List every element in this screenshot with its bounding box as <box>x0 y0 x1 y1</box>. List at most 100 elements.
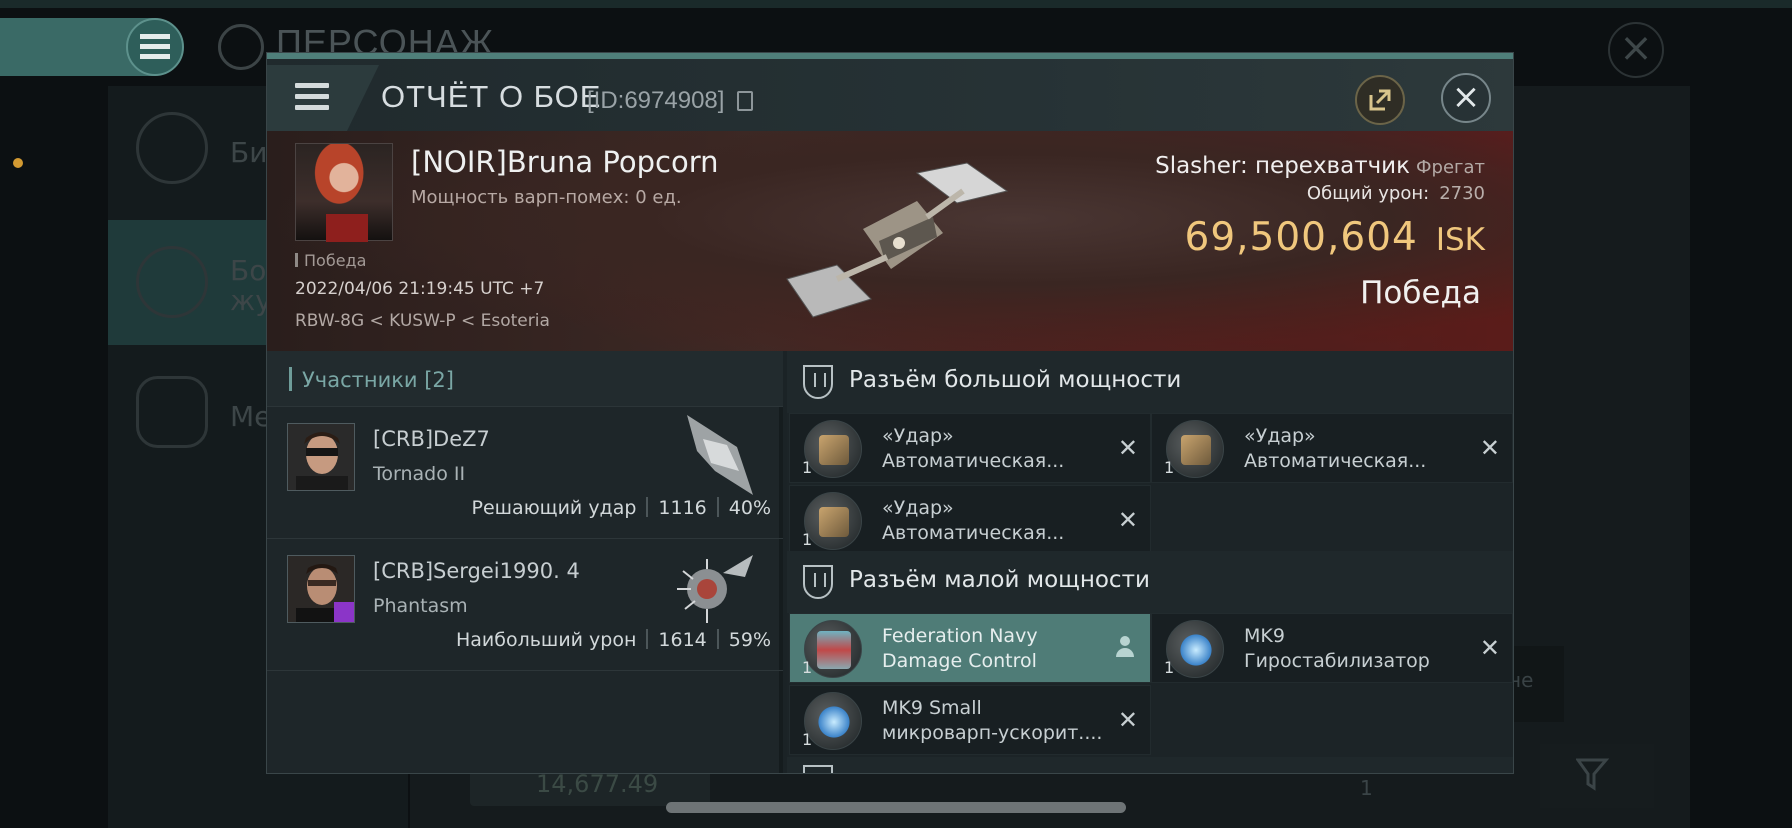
fitting-panel: Разъём большой мощности 1 «Удар» Автомати… <box>787 351 1513 773</box>
victim-name[interactable]: [NOIR]Bruna Popcorn <box>411 145 719 179</box>
isk-value: 69,500,604 ISK <box>1185 215 1485 260</box>
avatar[interactable] <box>287 555 355 623</box>
participant-role: Решающий удар <box>471 497 637 519</box>
gyrostabilizer-icon <box>1166 620 1224 678</box>
module-quantity: 1 <box>802 530 813 549</box>
dialog-title: ОТЧЁТ О БОЕ <box>381 79 602 114</box>
kill-datetime: 2022/04/06 21:19:45 UTC +7 <box>295 279 545 299</box>
participant-damage: 1614 <box>658 629 707 651</box>
participant-role: Наибольший урон <box>455 629 637 651</box>
participants-panel: Участники [2] [CRB]DeZ7 Tornado II Решаю… <box>267 351 783 773</box>
pilot-portrait <box>288 424 354 490</box>
background-top-bar <box>0 0 1792 8</box>
destroyed-icon: ✕ <box>1117 434 1138 462</box>
total-damage-value: 2730 <box>1439 183 1485 204</box>
character-icon <box>218 24 264 70</box>
damage-control-icon <box>804 620 862 678</box>
copy-icon[interactable] <box>737 91 753 111</box>
report-id: [ID:6974908] <box>587 87 725 114</box>
kill-location[interactable]: RBW-8G < KUSW-P < Esoteria <box>295 311 550 331</box>
autocannon-icon <box>804 492 862 550</box>
participant-name[interactable]: [CRB]Sergei1990. 4 <box>373 559 580 583</box>
background-hint-button[interactable]: не <box>1508 646 1564 722</box>
victim-ship-image[interactable] <box>767 161 1027 331</box>
crossed-swords-icon <box>136 246 208 318</box>
low-slot-header: Разъём малой мощности <box>787 551 1513 613</box>
background-left-label: Би <box>230 136 268 169</box>
background-menu-button[interactable] <box>126 18 184 76</box>
participant-ship: Phantasm <box>373 595 468 617</box>
destroyed-icon: ✕ <box>1117 506 1138 534</box>
ship-name: Slasher: перехватчик <box>1155 153 1411 179</box>
autocannon-icon <box>1166 420 1224 478</box>
participant-ship: Tornado II <box>373 463 466 485</box>
high-slot-title: Разъём большой мощности <box>849 367 1182 393</box>
background-close-button[interactable]: × <box>1608 22 1664 78</box>
total-damage: Общий урон: 2730 <box>1307 183 1485 204</box>
ship-class: Фрегат <box>1416 157 1485 178</box>
notification-dot <box>13 158 23 168</box>
high-slot-header: Разъём большой мощности <box>787 351 1513 413</box>
participant-percent: 40% <box>728 497 771 519</box>
background-count: 1 <box>1360 776 1373 800</box>
next-slot-header <box>787 757 1513 773</box>
high-slot-icon <box>803 365 833 399</box>
victim-ship-type[interactable]: Slasher: перехватчик Фрегат <box>1155 153 1485 179</box>
outcome-label: Победа <box>1360 275 1481 311</box>
participant-percent: 59% <box>728 629 771 651</box>
microwarpdrive-icon <box>804 692 862 750</box>
module-name: «Удар» Автоматическая... <box>882 497 1065 544</box>
participant-row[interactable]: [CRB]DeZ7 Tornado II Решающий удар 1116 40… <box>267 407 783 539</box>
corp-badge-icon <box>334 602 354 622</box>
list-icon <box>136 112 208 184</box>
module-item[interactable]: 1 «Удар» Автоматическая... ✕ <box>789 413 1151 483</box>
warp-disruption-strength: Мощность варп-помех: 0 ед. <box>411 187 682 208</box>
isk-unit: ISK <box>1435 222 1485 258</box>
combat-report-dialog: ОТЧЁТ О БОЕ [ID:6974908] × [NOIR]Bruna P… <box>266 52 1514 774</box>
module-name: MK9 Small микроварп-ускорит.... <box>882 697 1103 744</box>
destroyed-icon: ✕ <box>1479 634 1500 662</box>
module-item[interactable]: 1 «Удар» Автоматическая... ✕ <box>1151 413 1513 483</box>
module-item[interactable]: 1 MK9 Small микроварп-ускорит.... ✕ <box>789 685 1151 755</box>
result-tag: Победа <box>295 251 366 270</box>
low-slot-icon <box>803 565 833 599</box>
participants-header: Участники [2] <box>267 351 783 407</box>
participant-stats: Решающий удар 1116 40% <box>472 497 771 519</box>
total-damage-label: Общий урон: <box>1306 183 1430 204</box>
slot-icon <box>803 765 833 773</box>
module-item[interactable]: 1 «Удар» Автоматическая... ✕ <box>789 485 1151 555</box>
autocannon-icon <box>804 420 862 478</box>
module-quantity: 1 <box>1164 458 1175 477</box>
module-item[interactable]: 1 MK9 Гиростабилизатор ✕ <box>1151 613 1513 683</box>
avatar[interactable] <box>287 423 355 491</box>
victim-banner: [NOIR]Bruna Popcorn Мощность варп-помех:… <box>267 131 1513 351</box>
participant-ship-image <box>677 555 753 623</box>
dropped-user-icon <box>1116 636 1134 658</box>
participant-name[interactable]: [CRB]DeZ7 <box>373 427 490 451</box>
hamburger-icon <box>140 34 170 59</box>
module-item[interactable]: 1 Federation Navy Damage Control <box>789 613 1151 683</box>
star-icon <box>136 376 208 448</box>
share-button[interactable] <box>1355 75 1405 125</box>
module-name: «Удар» Автоматическая... <box>1244 425 1427 472</box>
home-indicator[interactable] <box>666 802 1126 813</box>
destroyed-icon: ✕ <box>1479 434 1500 462</box>
participant-stats: Наибольший урон 1614 59% <box>456 629 771 651</box>
hamburger-icon <box>295 83 329 111</box>
share-icon <box>1369 89 1391 111</box>
module-quantity: 1 <box>802 658 813 677</box>
victim-portrait[interactable] <box>295 143 393 242</box>
close-button[interactable]: × <box>1441 73 1491 123</box>
filter-icon <box>1576 758 1610 791</box>
participant-ship-image <box>687 415 753 495</box>
participants-title: Участники [2] <box>289 367 454 392</box>
filter-button[interactable] <box>1540 744 1654 808</box>
participant-row[interactable]: [CRB]Sergei1990. 4 Phantasm Наибольший у… <box>267 539 783 671</box>
participant-damage: 1116 <box>658 497 707 519</box>
module-name: «Удар» Автоматическая... <box>882 425 1065 472</box>
module-quantity: 1 <box>802 730 813 749</box>
module-quantity: 1 <box>802 458 813 477</box>
module-name: Federation Navy Damage Control <box>882 625 1038 672</box>
dialog-menu-button[interactable] <box>267 65 379 131</box>
isk-amount: 69,500,604 <box>1184 215 1418 260</box>
